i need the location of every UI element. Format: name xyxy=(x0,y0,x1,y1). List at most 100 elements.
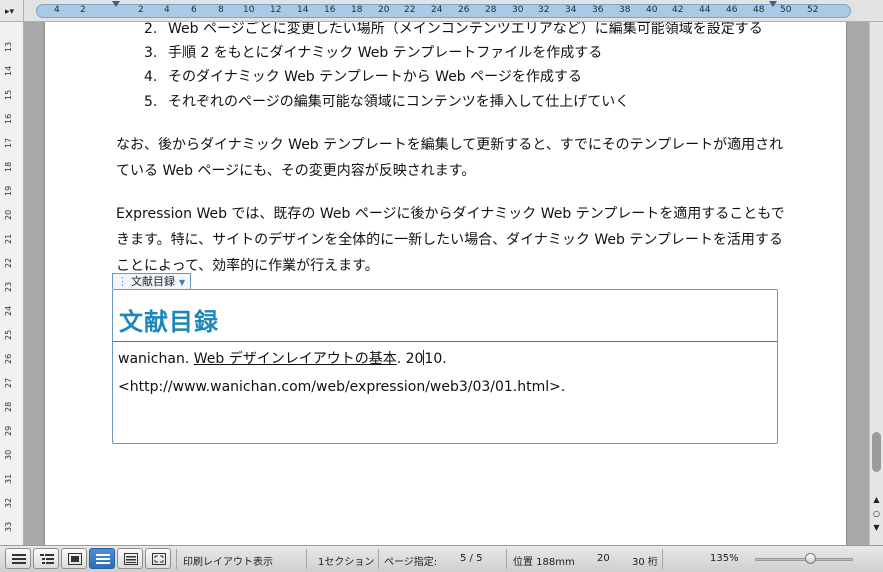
ruler-tick: 14 xyxy=(4,65,13,76)
tab-selector-icon: ▸▾ xyxy=(5,7,15,17)
horizontal-ruler[interactable]: 4 2 2 4 6 8 10 12 14 16 18 20 22 24 26 2… xyxy=(24,0,883,22)
document-area[interactable]: 2. Web ページごとに変更したい場所（メインコンテンツエリアなど）に編集可能領… xyxy=(24,22,869,545)
position-indicator: 位置 188mm xyxy=(513,557,575,568)
ruler-tick: 46 xyxy=(726,5,738,15)
ruler-tick: 2 xyxy=(138,5,144,15)
ruler-tick: 40 xyxy=(646,5,658,15)
heading-underline xyxy=(113,341,777,342)
ruler-tick: 32 xyxy=(4,497,13,508)
ruler-tick: 4 xyxy=(54,5,60,15)
previous-page-icon[interactable]: ▲ xyxy=(870,494,883,505)
citation-author: wanichan. xyxy=(118,351,190,367)
list-number: 4. xyxy=(144,69,158,85)
line-indicator: 20 xyxy=(597,553,610,564)
bibliography-content-control[interactable]: 文献目録 wanichan. Web デザインレイアウトの基本. 2010. <… xyxy=(112,289,778,444)
ruler-tick: 14 xyxy=(297,5,309,15)
print-layout-view-icon xyxy=(96,554,110,564)
ruler-tick: 24 xyxy=(431,5,443,15)
content-control-tag[interactable]: ⋮ 文献目録 ▼ xyxy=(112,273,192,289)
ruler-tick: 17 xyxy=(4,137,13,148)
print-layout-view-button[interactable] xyxy=(89,548,115,569)
vertical-ruler[interactable]: 13 14 15 16 17 18 19 20 21 22 23 24 25 2… xyxy=(0,22,24,545)
ruler-tick: 15 xyxy=(4,89,13,100)
ruler-tick: 28 xyxy=(4,401,13,412)
ruler-tick: 26 xyxy=(4,353,13,364)
section-indicator: 1セクション xyxy=(318,557,375,568)
right-indent-marker[interactable] xyxy=(769,1,777,7)
ruler-tick: 50 xyxy=(780,5,792,15)
ruler-tick: 32 xyxy=(538,5,550,15)
page-indicator[interactable]: 5 / 5 xyxy=(460,553,482,564)
scrollbar-thumb[interactable] xyxy=(872,432,881,472)
ruler-tick: 42 xyxy=(672,5,684,15)
browse-object-icon[interactable]: ○ xyxy=(870,508,883,519)
list-view-button[interactable] xyxy=(33,548,59,569)
citation-year: . 20 xyxy=(396,351,424,367)
zoom-slider-thumb[interactable] xyxy=(805,553,816,564)
ruler-tick: 25 xyxy=(4,329,13,340)
ruler-tick: 21 xyxy=(4,233,13,244)
ruler-tick: 10 xyxy=(243,5,255,15)
ruler-tick: 22 xyxy=(4,257,13,268)
ruler-tick: 24 xyxy=(4,305,13,316)
list-number: 2. xyxy=(144,22,158,37)
view-name: 印刷レイアウト表示 xyxy=(183,557,273,568)
citation-year-end: 10. xyxy=(424,351,447,367)
ruler-tick: 27 xyxy=(4,377,13,388)
outline-view-button[interactable] xyxy=(5,548,31,569)
list-item: 3. 手順 2 をもとにダイナミック Web テンプレートファイルを作成する xyxy=(144,44,602,62)
left-indent-marker[interactable] xyxy=(112,1,120,7)
ruler-tick: 34 xyxy=(565,5,577,15)
notebook-view-button[interactable] xyxy=(117,548,143,569)
tab-selector[interactable]: ▸▾ xyxy=(0,0,24,22)
ruler-tick: 36 xyxy=(592,5,604,15)
ruler-tick: 28 xyxy=(485,5,497,15)
ruler-tick: 13 xyxy=(4,41,13,52)
page-label: ページ指定: xyxy=(384,557,438,568)
ruler-tick: 26 xyxy=(458,5,470,15)
ruler-tick: 44 xyxy=(699,5,711,15)
ruler-tick: 6 xyxy=(191,5,197,15)
publishing-view-button[interactable] xyxy=(61,548,87,569)
status-separator xyxy=(378,549,379,569)
full-screen-view-icon xyxy=(152,553,166,565)
zoom-level: 135% xyxy=(710,553,739,564)
column-indicator: 30 桁 xyxy=(632,557,658,568)
list-number: 3. xyxy=(144,45,158,61)
list-text: そのダイナミック Web テンプレートから Web ページを作成する xyxy=(168,69,582,85)
citation-title: Web デザインレイアウトの基本 xyxy=(193,351,397,367)
status-separator xyxy=(662,549,663,569)
notebook-view-icon xyxy=(124,553,138,565)
ruler-tick: 20 xyxy=(4,209,13,220)
ruler-tick: 31 xyxy=(4,473,13,484)
next-page-icon[interactable]: ▼ xyxy=(870,522,883,533)
ruler-tick: 30 xyxy=(512,5,524,15)
list-item: 4. そのダイナミック Web テンプレートから Web ページを作成する xyxy=(144,68,582,86)
ruler-tick: 18 xyxy=(351,5,363,15)
list-view-icon xyxy=(40,554,54,564)
ruler-tick: 48 xyxy=(753,5,765,15)
citation-line: wanichan. Web デザインレイアウトの基本. 2010. xyxy=(118,349,447,369)
vertical-scrollbar[interactable]: ▲ ○ ▼ xyxy=(869,22,883,545)
ruler-tick: 16 xyxy=(4,113,13,124)
content-control-label: 文献目録 xyxy=(131,275,175,288)
ruler-tick: 2 xyxy=(80,5,86,15)
ruler-tick: 20 xyxy=(378,5,390,15)
list-text: それぞれのページの編集可能な領域にコンテンツを挿入して仕上げていく xyxy=(168,94,630,110)
ruler-tick: 16 xyxy=(324,5,336,15)
dropdown-arrow-icon[interactable]: ▼ xyxy=(179,278,185,287)
status-bar: 印刷レイアウト表示 1セクション ページ指定: 5 / 5 位置 188mm 2… xyxy=(0,545,883,572)
list-text: 手順 2 をもとにダイナミック Web テンプレートファイルを作成する xyxy=(168,45,603,61)
zoom-slider[interactable] xyxy=(755,558,853,561)
full-screen-view-button[interactable] xyxy=(145,548,171,569)
ruler-tick: 4 xyxy=(164,5,170,15)
ruler-tick: 33 xyxy=(4,521,13,532)
list-item: 5. それぞれのページの編集可能な領域にコンテンツを挿入して仕上げていく xyxy=(144,93,629,111)
citation-url: <http://www.wanichan.com/web/expression/… xyxy=(118,379,566,395)
ruler-tick: 19 xyxy=(4,185,13,196)
ruler-tick: 18 xyxy=(4,161,13,172)
paragraph: Expression Web では、既存の Web ページに後からダイナミック … xyxy=(116,206,785,274)
publishing-view-icon xyxy=(68,553,82,565)
document-page[interactable]: 2. Web ページごとに変更したい場所（メインコンテンツエリアなど）に編集可能領… xyxy=(45,22,846,545)
grip-icon: ⋮ xyxy=(117,275,128,288)
